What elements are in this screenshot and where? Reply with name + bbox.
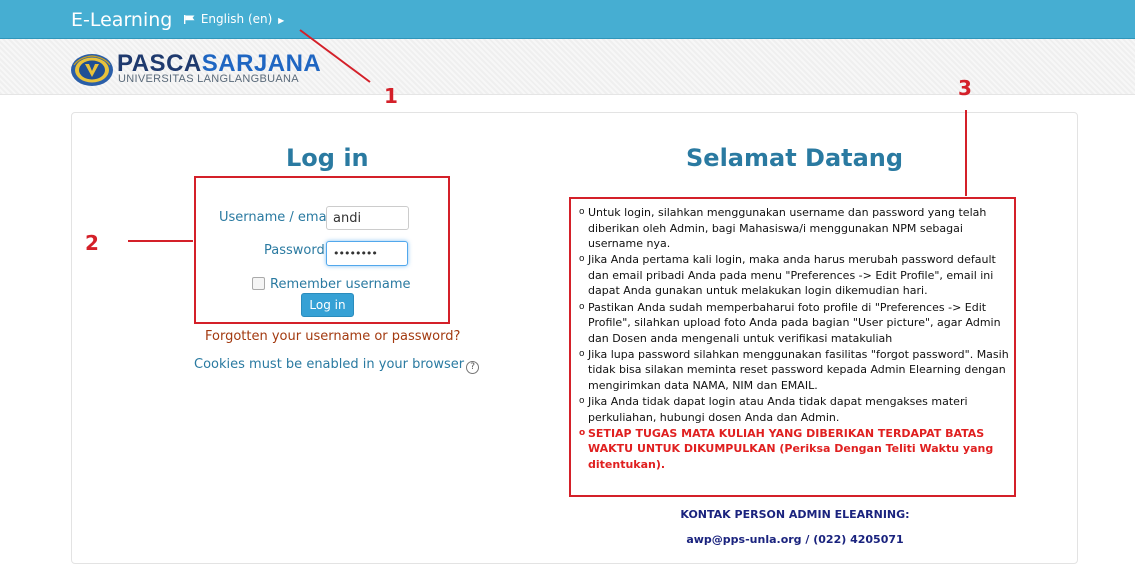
annotation-label-2: 2 <box>85 231 99 255</box>
annotation-label-3: 3 <box>958 76 972 100</box>
annotation-line-1 <box>299 29 371 83</box>
annotation-label-1: 1 <box>384 84 398 108</box>
